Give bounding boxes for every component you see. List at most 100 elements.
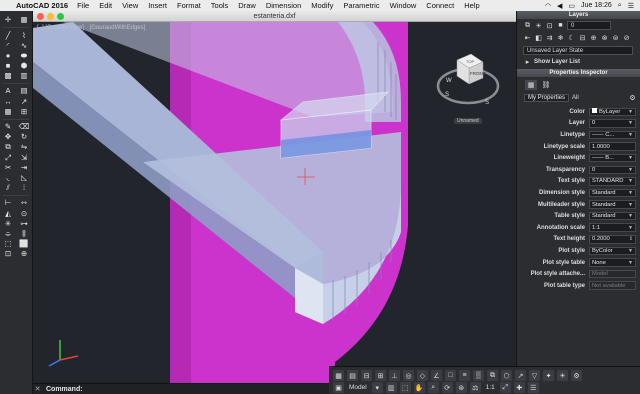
model-dropdown-icon[interactable]: ▾ [371, 382, 383, 393]
explode-icon[interactable]: ✳ [4, 219, 13, 227]
table-icon[interactable]: ▦ [4, 108, 13, 116]
text-icon[interactable]: A [4, 87, 13, 95]
all-filter[interactable]: All [572, 95, 579, 101]
dimension-icon[interactable]: ↔ [4, 97, 13, 105]
array-icon[interactable]: ⁞ [20, 184, 29, 192]
insert-block-icon[interactable]: ⊕ [20, 250, 29, 258]
fillet-icon[interactable]: ◟ [4, 174, 13, 182]
steering-wheel-icon[interactable]: ⊛ [455, 382, 467, 393]
my-properties-button[interactable]: My Properties [524, 94, 570, 102]
dynamic-input-icon[interactable]: ⊞ [375, 370, 386, 381]
offset-icon[interactable]: ⫽ [4, 184, 13, 192]
linetype-select[interactable]: —— C... ▼ [589, 130, 636, 140]
app-menu[interactable]: AutoCAD 2016 [16, 1, 68, 10]
annotation-visibility-icon[interactable]: ☀ [557, 370, 568, 381]
dynamic-ucs-icon[interactable]: ↗ [515, 370, 526, 381]
show-layer-list[interactable]: Show Layer List [534, 59, 580, 65]
layer-state-dropdown[interactable]: Unsaved Layer State [523, 46, 633, 55]
break-icon[interactable]: ⌯ [4, 230, 13, 238]
layer-lock-icon[interactable]: ⊡ [545, 22, 554, 30]
workspace-icon[interactable]: ⚙ [571, 370, 582, 381]
polyline-icon[interactable]: ⌇ [20, 31, 29, 39]
show-layer-list-row[interactable]: ▸ Show Layer List [517, 57, 640, 68]
close-command-line-icon[interactable]: ✕ [33, 385, 42, 393]
layer-previous-icon[interactable]: ⇤ [523, 34, 532, 42]
visual-style[interactable]: [GouraudWithEdges] [90, 25, 146, 31]
ortho-icon[interactable]: ⊥ [389, 370, 400, 381]
circle-icon[interactable]: ● [4, 52, 13, 60]
chamfer-icon[interactable]: ◺ [20, 174, 29, 182]
table-style-select[interactable]: Standard ▼ [589, 211, 636, 221]
gizmo-icon[interactable]: ✦ [543, 370, 554, 381]
layer-on-icon[interactable]: ☀ [534, 22, 543, 30]
trim-icon[interactable]: ✂ [4, 164, 13, 172]
menu-help[interactable]: Help [464, 1, 479, 10]
layer-merge-icon[interactable]: ⊕ [589, 34, 598, 42]
properties-tab-icon[interactable]: ▦ [525, 80, 537, 90]
annotation-scale-select[interactable]: 1:1 ▼ [589, 223, 636, 232]
transparency-input[interactable]: 0 ▼ [589, 165, 636, 175]
layer-unlock-icon[interactable]: ⊟ [578, 34, 587, 42]
menu-edit[interactable]: Edit [99, 1, 112, 10]
menu-draw[interactable]: Draw [238, 1, 256, 10]
layer-color-icon[interactable]: ■ [556, 22, 565, 30]
scale-icon[interactable]: ⤢ [4, 153, 13, 161]
infer-icon[interactable]: ⊟ [361, 370, 372, 381]
gradient-icon[interactable]: ▥ [20, 72, 29, 80]
layer-match-icon[interactable]: ⊜ [611, 34, 620, 42]
selection-cycling-icon[interactable]: ⧉ [487, 370, 498, 381]
dimension-style-select[interactable]: Standard ▼ [589, 188, 636, 198]
battery-icon[interactable]: ▭ [568, 2, 575, 10]
clock[interactable]: Jue 18:26 [581, 2, 612, 9]
linetype-scale-input[interactable]: 1.0000 [589, 142, 636, 151]
menu-connect[interactable]: Connect [426, 1, 454, 10]
layer-select[interactable]: 0 ▼ [589, 119, 636, 128]
selection-filter-icon[interactable]: ▽ [529, 370, 540, 381]
lineweight-select[interactable]: —— B... ▼ [589, 153, 636, 163]
customize-properties-icon[interactable]: ⚙ [628, 94, 637, 102]
drawing-viewport[interactable]: [–] [Custom View] [GouraudWithEdges] TOP… [33, 22, 516, 383]
viewcube[interactable]: TOP FRONT W S S [433, 48, 503, 118]
distance-icon[interactable]: ⇿ [20, 199, 29, 207]
menu-tools[interactable]: Tools [211, 1, 229, 10]
layout-icon[interactable]: ▣ [333, 382, 344, 393]
layer-delete-icon[interactable]: ⊗ [600, 34, 609, 42]
hyperlink-tab-icon[interactable]: ⛓ [540, 80, 552, 90]
units-icon[interactable]: ✚ [513, 382, 525, 393]
align-icon[interactable]: ⫼ [20, 230, 29, 238]
layout-list-icon[interactable]: ▥ [385, 382, 397, 393]
lineweight-icon[interactable]: ≡ [459, 370, 470, 381]
tool-sets-icon[interactable]: ▦ [20, 16, 29, 24]
spline-icon[interactable]: ∿ [20, 41, 29, 49]
orbit-icon[interactable]: ⟳ [441, 382, 453, 393]
customize-icon[interactable]: ☰ [527, 382, 539, 393]
pan-icon[interactable]: ✋ [413, 382, 425, 393]
viewport-controls[interactable]: [–] [Custom View] [GouraudWithEdges] [37, 25, 149, 31]
object-snap-icon[interactable]: □ [445, 370, 456, 381]
rotate-icon[interactable]: ↻ [20, 133, 29, 141]
polygon-icon[interactable]: ⬢ [20, 62, 29, 70]
layer-off-icon[interactable]: ☾ [567, 34, 576, 42]
extend-icon[interactable]: ⇥ [20, 164, 29, 172]
rectangle-icon[interactable]: ■ [4, 62, 13, 70]
menu-insert[interactable]: Insert [148, 1, 167, 10]
arc-icon[interactable]: ◜ [4, 41, 13, 49]
quick-view-icon[interactable]: ⬚ [399, 382, 411, 393]
group-icon[interactable]: ⬚ [4, 240, 13, 248]
3d-osnap-icon[interactable]: ⬡ [501, 370, 512, 381]
area-icon[interactable]: ◭ [4, 209, 13, 217]
menu-format[interactable]: Format [177, 1, 201, 10]
plot-style-table-select[interactable]: None ▼ [589, 258, 636, 267]
zoom-icon[interactable]: ⌕ [427, 382, 439, 393]
snap-icon[interactable]: ▤ [347, 370, 358, 381]
layer-isolate-icon[interactable]: ◧ [534, 34, 543, 42]
command-input[interactable] [84, 385, 329, 393]
text-style-select[interactable]: STANDARD ▼ [589, 177, 636, 186]
mirror-icon[interactable]: ⇋ [20, 143, 29, 151]
new-layer-icon[interactable]: ⧉ [523, 22, 532, 30]
ungroup-icon[interactable]: ⬜ [19, 240, 28, 248]
menu-dimension[interactable]: Dimension [266, 1, 301, 10]
wifi-icon[interactable]: ◠ [545, 2, 551, 10]
annotation-scale[interactable]: 1:1 [484, 384, 497, 391]
polar-icon[interactable]: ◎ [403, 370, 414, 381]
